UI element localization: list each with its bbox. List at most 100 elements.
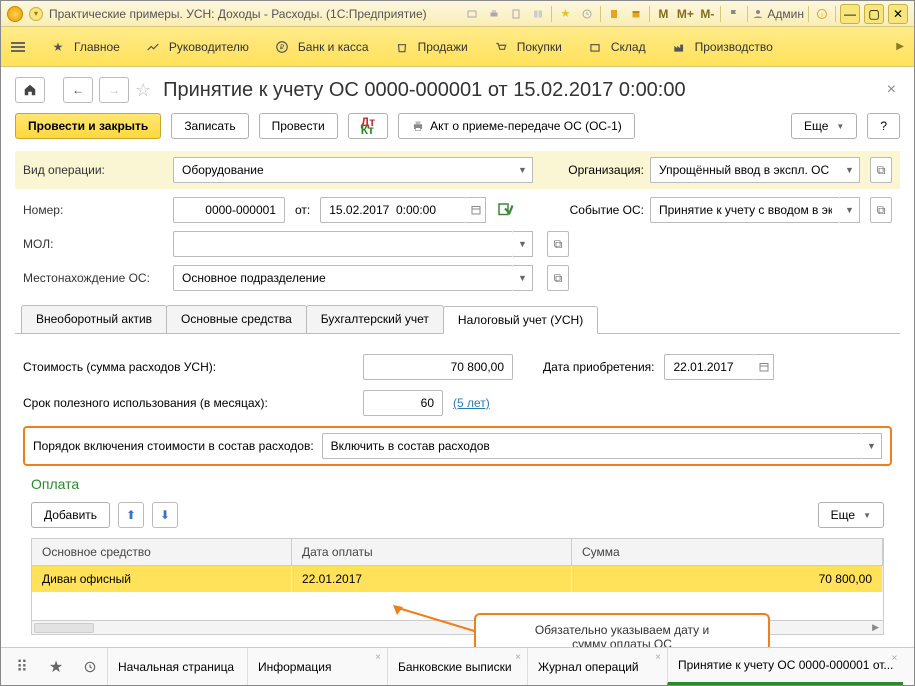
save-button[interactable]: Записать xyxy=(171,113,248,139)
svg-text:₽: ₽ xyxy=(280,43,285,51)
op-input[interactable] xyxy=(180,162,507,178)
cost-input[interactable] xyxy=(370,359,506,375)
titlebar-dropdown-icon[interactable]: ▾ xyxy=(29,7,43,21)
status-fav-icon[interactable]: ★ xyxy=(39,648,73,685)
loc-open-button[interactable]: ⧉ xyxy=(547,265,569,291)
menu-burger-icon[interactable] xyxy=(11,42,25,52)
loc-input[interactable] xyxy=(180,270,507,286)
acq-date-picker-button[interactable] xyxy=(754,354,774,380)
close-tab-icon[interactable]: × xyxy=(655,652,661,663)
order-input[interactable] xyxy=(329,438,856,454)
date-picker-button[interactable] xyxy=(466,197,486,223)
nav-purchases[interactable]: Покупки xyxy=(493,39,562,55)
help-button[interactable]: ? xyxy=(867,113,900,139)
back-button[interactable]: ← xyxy=(63,77,93,103)
status-history-icon[interactable] xyxy=(73,648,107,685)
doc-icon[interactable] xyxy=(507,5,525,23)
status-tab-home[interactable]: Начальная страница xyxy=(107,648,247,685)
status-tab-info[interactable]: Информация× xyxy=(247,648,387,685)
move-up-button[interactable]: ⬆ xyxy=(118,502,144,528)
home-button[interactable] xyxy=(15,77,45,103)
cell-date[interactable]: 22.01.2017 xyxy=(292,566,572,592)
maximize-button[interactable]: ▢ xyxy=(864,4,884,24)
close-page-button[interactable]: × xyxy=(883,81,900,99)
org-open-button[interactable]: ⧉ xyxy=(870,157,892,183)
status-tab-bank[interactable]: Банковские выписки× xyxy=(387,648,527,685)
org-dropdown-button[interactable]: ▼ xyxy=(840,157,860,183)
org-input[interactable] xyxy=(657,162,834,178)
event-dropdown-button[interactable]: ▼ xyxy=(840,197,860,223)
nav-main[interactable]: ★Главное xyxy=(50,39,120,55)
col-date-header[interactable]: Дата оплаты xyxy=(292,539,572,565)
tab-accounting[interactable]: Бухгалтерский учет xyxy=(306,305,444,333)
post-button[interactable]: Провести xyxy=(259,113,338,139)
nav-overflow-icon[interactable]: ▶ xyxy=(896,41,904,52)
factory-nav-icon xyxy=(671,39,687,55)
life-input[interactable] xyxy=(370,395,436,411)
calendar-icon[interactable] xyxy=(627,5,645,23)
favorite-icon[interactable]: ★ xyxy=(556,5,574,23)
tab-fixed-assets[interactable]: Основные средства xyxy=(166,305,307,333)
scroll-right-icon[interactable]: ▶ xyxy=(872,622,879,633)
col-asset-header[interactable]: Основное средство xyxy=(32,539,292,565)
acq-label: Дата приобретения: xyxy=(543,360,654,374)
close-tab-icon[interactable]: × xyxy=(375,652,381,663)
cell-sum[interactable]: 70 800,00 xyxy=(572,566,883,592)
cart-nav-icon xyxy=(493,39,509,55)
dtkt-button[interactable]: ДтКт xyxy=(348,113,388,139)
window-title: Практические примеры. УСН: Доходы - Расх… xyxy=(49,7,427,21)
close-tab-icon[interactable]: × xyxy=(892,652,898,665)
more-button[interactable]: Еще▼ xyxy=(791,113,857,139)
posted-flag-icon xyxy=(496,201,514,219)
tab-nonturnover[interactable]: Внеоборотный актив xyxy=(21,305,167,333)
table-row[interactable]: Диван офисный 22.01.2017 70 800,00 xyxy=(32,566,883,592)
post-and-close-button[interactable]: Провести и закрыть xyxy=(15,113,161,139)
add-row-button[interactable]: Добавить xyxy=(31,502,110,528)
close-window-button[interactable]: ✕ xyxy=(888,4,908,24)
event-input[interactable] xyxy=(657,202,834,218)
nav-manager[interactable]: Руководителю xyxy=(145,39,249,55)
print-icon[interactable] xyxy=(485,5,503,23)
callout-box: Обязательно указываем дату и сумму оплат… xyxy=(474,613,770,647)
info-icon[interactable]: i xyxy=(813,5,831,23)
user-label: Админ xyxy=(767,7,804,21)
num-input[interactable] xyxy=(180,202,278,218)
move-down-button[interactable]: ⬇ xyxy=(152,502,178,528)
minimize-button[interactable]: — xyxy=(840,4,860,24)
memory-m[interactable]: M xyxy=(654,5,672,23)
flag-icon[interactable] xyxy=(725,5,743,23)
mol-dropdown-button[interactable]: ▼ xyxy=(513,231,533,257)
calculator-icon[interactable] xyxy=(605,5,623,23)
nav-warehouse[interactable]: Склад xyxy=(587,39,646,55)
favorite-star-icon[interactable]: ☆ xyxy=(135,80,151,101)
memory-mplus[interactable]: M+ xyxy=(676,5,694,23)
memory-mminus[interactable]: M- xyxy=(698,5,716,23)
mol-input[interactable] xyxy=(180,236,507,252)
user-menu[interactable]: Админ xyxy=(752,7,804,21)
scroll-thumb[interactable] xyxy=(34,623,94,633)
status-tab-current[interactable]: Принятие к учету ОС 0000-000001 от...× xyxy=(667,648,903,685)
col-sum-header[interactable]: Сумма xyxy=(572,539,883,565)
ruble-nav-icon: ₽ xyxy=(274,39,290,55)
cell-asset[interactable]: Диван офисный xyxy=(32,566,292,592)
order-dropdown-button[interactable]: ▼ xyxy=(862,433,882,459)
table-more-button[interactable]: Еще▼ xyxy=(818,502,884,528)
mol-open-button[interactable]: ⧉ xyxy=(547,231,569,257)
nav-production[interactable]: Производство xyxy=(671,39,773,55)
life-hint-link[interactable]: (5 лет) xyxy=(453,396,490,410)
acq-input[interactable] xyxy=(671,359,748,375)
toolbar-icon-1[interactable] xyxy=(463,5,481,23)
history-icon[interactable] xyxy=(578,5,596,23)
loc-dropdown-button[interactable]: ▼ xyxy=(513,265,533,291)
nav-sales[interactable]: Продажи xyxy=(394,39,468,55)
print-act-button[interactable]: Акт о приеме-передаче ОС (ОС-1) xyxy=(398,113,635,139)
tab-tax-usn[interactable]: Налоговый учет (УСН) xyxy=(443,306,598,334)
nav-bank[interactable]: ₽Банк и касса xyxy=(274,39,369,55)
status-tab-journal[interactable]: Журнал операций× xyxy=(527,648,667,685)
date-input[interactable] xyxy=(327,202,460,218)
op-dropdown-button[interactable]: ▼ xyxy=(513,157,533,183)
event-open-button[interactable]: ⧉ xyxy=(870,197,892,223)
close-tab-icon[interactable]: × xyxy=(515,652,521,663)
status-apps-icon[interactable]: ⠿ xyxy=(5,648,39,685)
compare-icon[interactable] xyxy=(529,5,547,23)
